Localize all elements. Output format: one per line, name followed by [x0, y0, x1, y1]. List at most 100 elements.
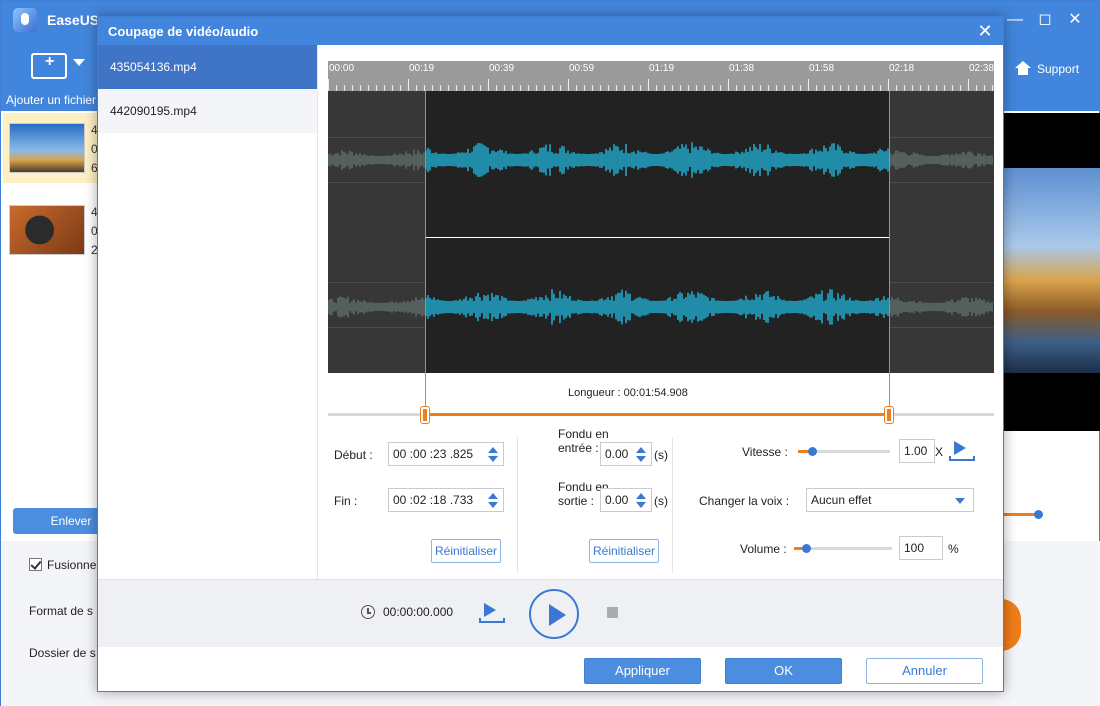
player-bar: 00:00:00.000: [98, 579, 1003, 647]
end-time-input[interactable]: 00 :02 :18 .733: [388, 488, 504, 512]
dialog-file-item[interactable]: 435054136.mp4: [98, 45, 317, 89]
app-logo-icon: [13, 8, 37, 32]
minimize-icon[interactable]: —: [1003, 9, 1027, 31]
start-label: Début :: [334, 448, 373, 462]
app-file-list: 4 0 6 4 0 2: [3, 113, 99, 269]
fade-in-label-2: entrée :: [558, 441, 599, 455]
ok-button[interactable]: OK: [725, 658, 842, 684]
close-icon[interactable]: ✕: [974, 20, 996, 42]
trim-start-line: [424, 91, 426, 413]
length-label: Longueur : 00:01:54.908: [568, 387, 688, 399]
end-time-value: 00 :02 :18 .733: [393, 493, 474, 507]
preview-slider-track: [1004, 513, 1036, 516]
ruler-tick: [408, 79, 409, 91]
cancel-button[interactable]: Annuler: [866, 658, 983, 684]
ruler-label: 01:19: [649, 63, 675, 74]
end-label: Fin :: [334, 494, 358, 508]
trim-end-line: [889, 91, 891, 413]
reset-fade-button[interactable]: Réinitialiser: [589, 539, 659, 563]
arrow-down-icon[interactable]: [636, 502, 646, 508]
ruler-label: 02:18: [889, 63, 915, 74]
play-button[interactable]: [529, 589, 579, 639]
fade-in-unit: (s): [654, 448, 668, 462]
support-label: Support: [1037, 62, 1080, 76]
fade-in-value: 0.00: [605, 447, 629, 461]
volume-label: Volume :: [740, 542, 787, 556]
arrow-up-icon[interactable]: [636, 493, 646, 499]
arrow-up-icon[interactable]: [488, 447, 498, 453]
stop-icon[interactable]: [607, 607, 618, 618]
speed-input[interactable]: 1.00: [899, 439, 935, 463]
list-item[interactable]: 4 0 2: [3, 195, 99, 265]
support-link[interactable]: Support: [1015, 61, 1079, 76]
preview-slider-knob[interactable]: [1034, 510, 1043, 519]
timeline-ruler: 00:00 00:19 00:39 00:59 01:19 01:38 01:58 02:18…: [328, 61, 994, 91]
speed-slider[interactable]: [798, 447, 890, 456]
apply-button[interactable]: Appliquer: [584, 658, 701, 684]
speed-slider-knob[interactable]: [807, 447, 817, 456]
output-format-label: Format de s: [29, 604, 94, 618]
start-time-value: 00 :00 :23 .825: [393, 447, 474, 461]
waveform-area[interactable]: [328, 91, 994, 373]
output-folder-label: Dossier de s: [29, 646, 96, 660]
ruler-label: 01:58: [809, 63, 835, 74]
dialog-file-item[interactable]: 442090195.mp4: [98, 89, 317, 133]
dialog-titlebar: Coupage de vidéo/audio ✕: [98, 17, 1003, 45]
trim-track-selected: [424, 413, 890, 416]
fade-out-unit: (s): [654, 494, 668, 508]
speed-label: Vitesse :: [742, 445, 788, 459]
fade-out-input[interactable]: 0.00: [600, 488, 652, 512]
divider: [672, 437, 673, 573]
preview-speed-play-icon[interactable]: [949, 439, 975, 461]
fade-in-input[interactable]: 0.00: [600, 442, 652, 466]
ruler-tick: [888, 79, 889, 91]
clock-icon: [361, 605, 375, 619]
ruler-label: 00:39: [489, 63, 515, 74]
volume-slider[interactable]: [794, 544, 892, 553]
list-item[interactable]: 4 0 6: [3, 113, 99, 183]
arrow-down-icon[interactable]: [488, 456, 498, 462]
video-preview: [1004, 113, 1100, 431]
trim-dialog: Coupage de vidéo/audio ✕ 435054136.mp4 4…: [97, 16, 1004, 692]
fade-out-label-2: sortie :: [558, 494, 595, 508]
add-file-label[interactable]: Ajouter un fichier: [6, 93, 96, 107]
ruler-tick: [568, 79, 569, 91]
maximize-icon[interactable]: ◻: [1033, 9, 1057, 31]
speed-unit: X: [935, 445, 944, 459]
arrow-up-icon[interactable]: [488, 493, 498, 499]
dialog-title: Coupage de vidéo/audio: [108, 24, 259, 39]
volume-input[interactable]: 100: [899, 536, 943, 560]
reset-time-button[interactable]: Réinitialiser: [431, 539, 501, 563]
arrow-down-icon[interactable]: [488, 502, 498, 508]
fade-in-label: Fondu en: [558, 427, 609, 441]
trim-editor: 00:00 00:19 00:39 00:59 01:19 01:38 01:58 02:18…: [317, 45, 1003, 579]
ruler-label: 00:00: [329, 63, 355, 74]
home-icon: [1015, 61, 1031, 75]
voice-select-value: Aucun effet: [811, 493, 872, 507]
divider: [517, 437, 518, 573]
arrow-down-icon[interactable]: [636, 456, 646, 462]
video-thumbnail: [9, 205, 85, 255]
ruler-label: 02:38: [969, 63, 995, 74]
playback-time: 00:00:00.000: [383, 605, 454, 619]
voice-label: Changer la voix :: [699, 494, 790, 508]
merge-checkbox[interactable]: [29, 558, 42, 571]
ruler-tick: [648, 79, 649, 91]
ruler-tick: [328, 79, 329, 91]
ruler-label: 00:19: [409, 63, 435, 74]
voice-select[interactable]: Aucun effet: [806, 488, 974, 512]
trim-start-handle[interactable]: [420, 407, 429, 423]
volume-unit: %: [948, 542, 959, 556]
add-file-icon[interactable]: [31, 53, 67, 79]
ruler-tick: [968, 79, 969, 91]
video-thumbnail: [9, 123, 85, 173]
volume-slider-knob[interactable]: [801, 544, 811, 553]
arrow-up-icon[interactable]: [636, 447, 646, 453]
app-title: EaseUS: [47, 12, 100, 28]
start-time-input[interactable]: 00 :00 :23 .825: [388, 442, 504, 466]
play-selection-icon[interactable]: [479, 601, 505, 623]
close-window-icon[interactable]: ✕: [1063, 9, 1087, 31]
merge-label: Fusionner: [47, 558, 101, 572]
chevron-down-icon[interactable]: [73, 59, 85, 66]
trim-end-handle[interactable]: [885, 407, 894, 423]
